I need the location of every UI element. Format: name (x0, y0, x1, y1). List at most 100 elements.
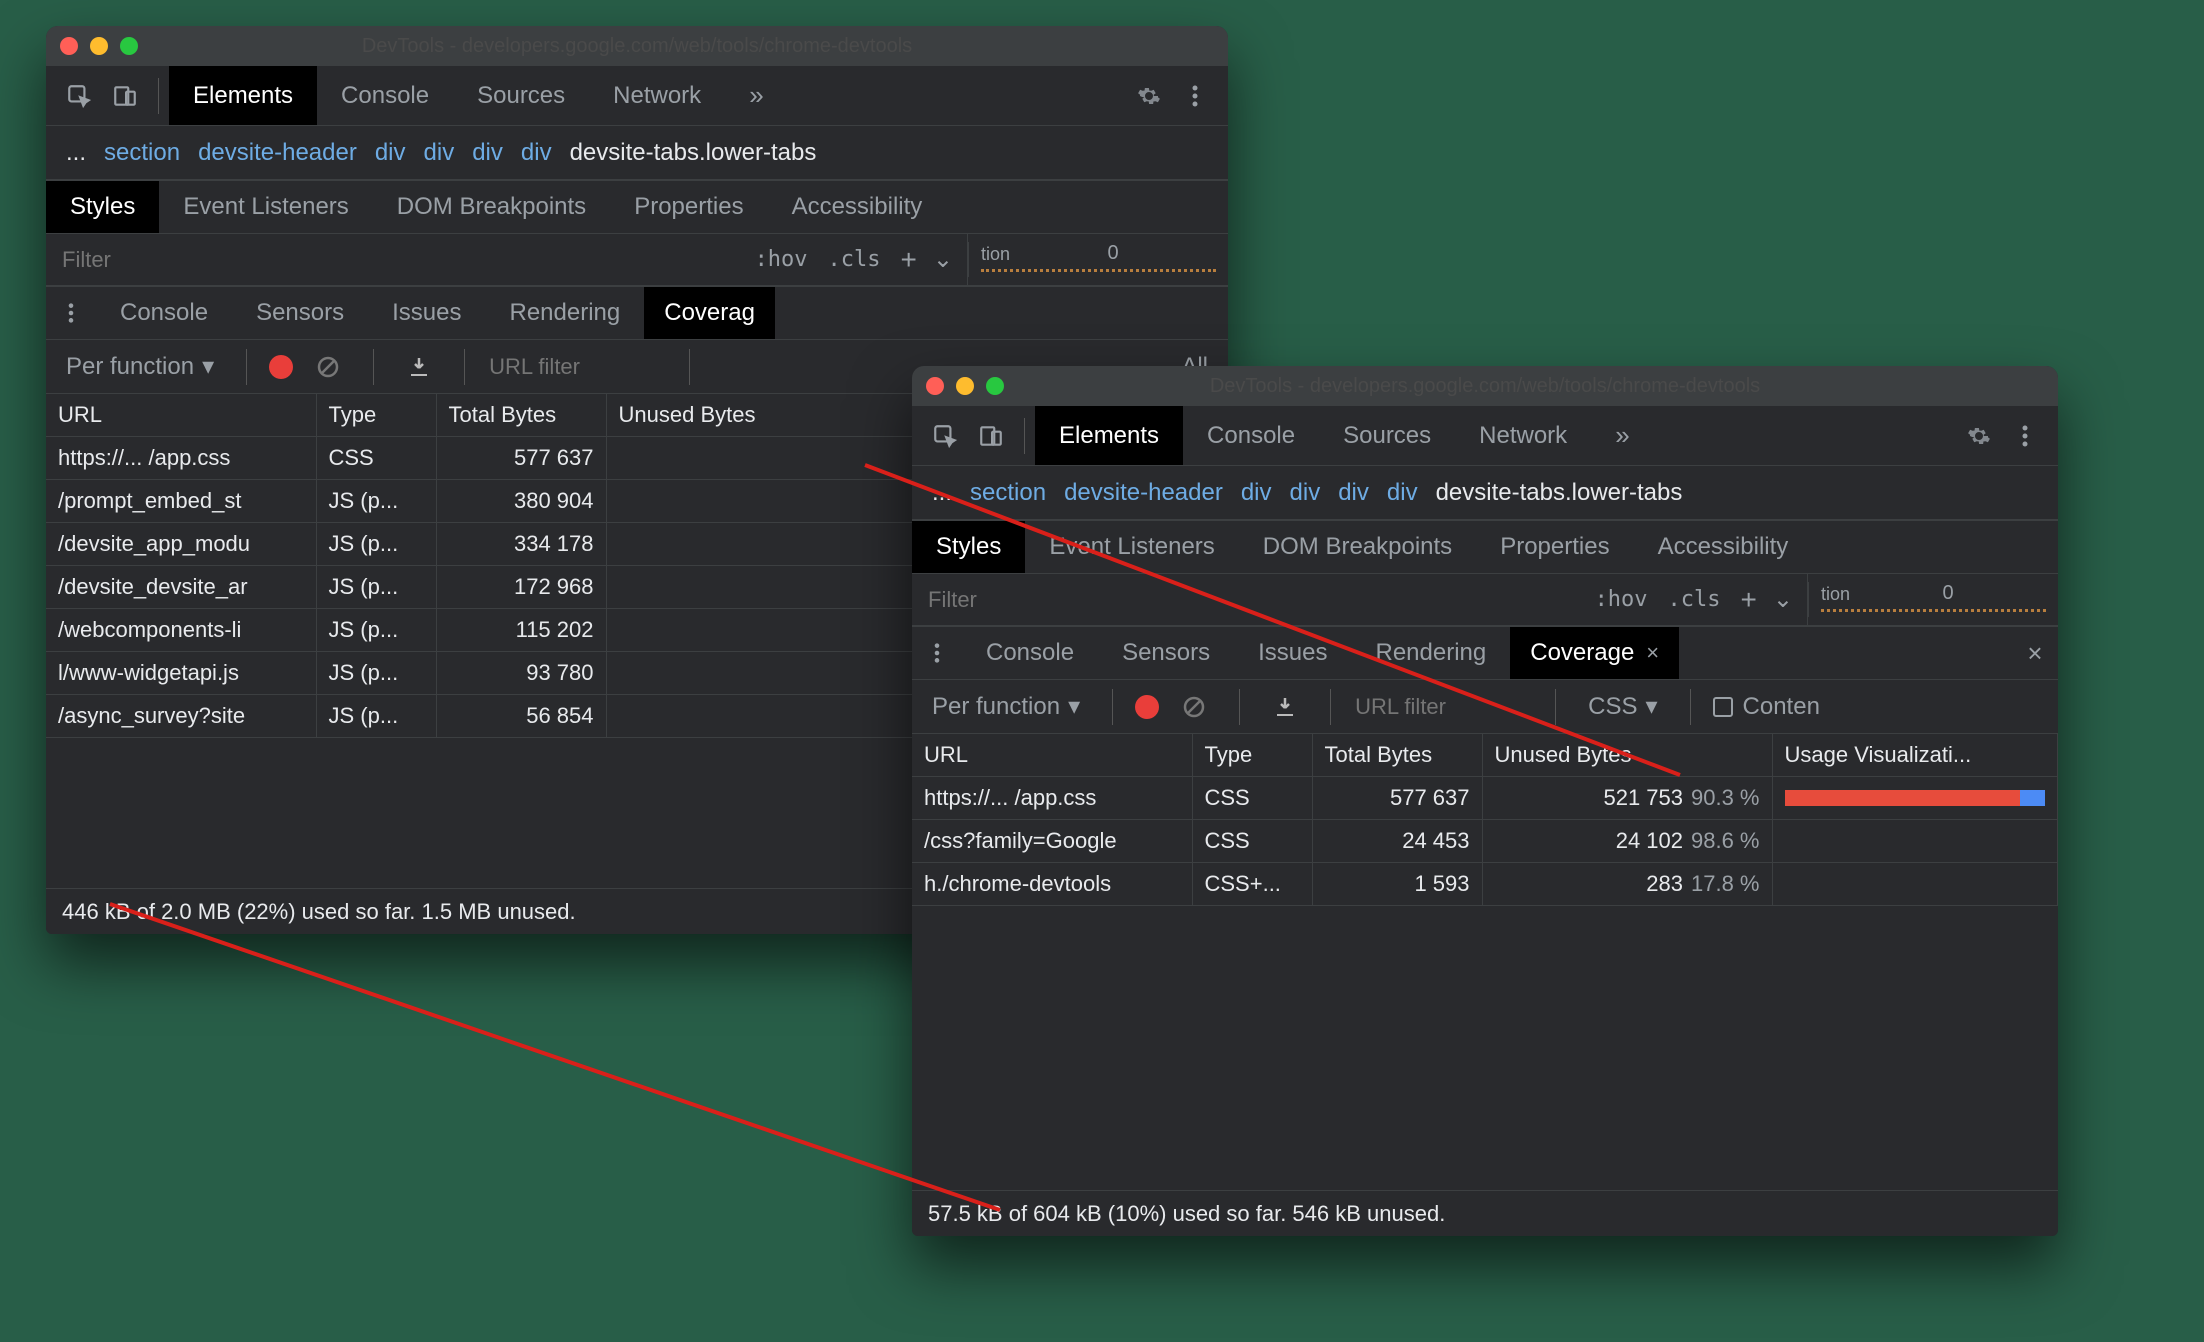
drawer-tab-console[interactable]: Console (96, 287, 232, 339)
crumb-current[interactable]: devsite-tabs.lower-tabs (1436, 479, 1683, 507)
gear-icon[interactable] (1956, 413, 2002, 459)
scroll-down-icon[interactable]: ⌄ (1773, 585, 1793, 614)
col-total[interactable]: Total Bytes (436, 394, 606, 437)
tab-elements[interactable]: Elements (169, 66, 317, 125)
crumb-div[interactable]: div (375, 139, 406, 167)
kebab-menu-icon[interactable] (1172, 73, 1218, 119)
hov-toggle[interactable]: :hov (1595, 587, 1648, 612)
close-button[interactable] (60, 37, 78, 55)
inspect-icon[interactable] (56, 73, 102, 119)
url-filter-input[interactable] (1353, 693, 1533, 721)
new-style-rule-icon[interactable]: + (901, 244, 917, 276)
subtab-event-listeners[interactable]: Event Listeners (159, 181, 372, 233)
styles-filter-input[interactable] (60, 246, 745, 274)
subtab-accessibility[interactable]: Accessibility (1634, 521, 1813, 573)
crumb-div[interactable]: div (1290, 479, 1321, 507)
col-url[interactable]: URL (46, 394, 316, 437)
drawer-tab-issues[interactable]: Issues (368, 287, 485, 339)
crumb-div[interactable]: div (424, 139, 455, 167)
tab-console[interactable]: Console (1183, 406, 1319, 465)
close-button[interactable] (926, 377, 944, 395)
tab-sources[interactable]: Sources (453, 66, 589, 125)
subtab-event-listeners[interactable]: Event Listeners (1025, 521, 1238, 573)
subtab-properties[interactable]: Properties (610, 181, 767, 233)
clear-icon[interactable] (1171, 684, 1217, 730)
cell-url: https://... /app.css (912, 777, 1192, 820)
col-unused[interactable]: Unused Bytes (1482, 734, 1772, 777)
inspect-icon[interactable] (922, 413, 968, 459)
export-icon[interactable] (1262, 684, 1308, 730)
crumb-ellipsis[interactable]: ... (932, 479, 952, 507)
clear-icon[interactable] (305, 344, 351, 390)
tion-label: tion (1821, 584, 1850, 605)
col-usage-viz[interactable]: Usage Visualizati... (1772, 734, 2058, 777)
tab-network[interactable]: Network (589, 66, 725, 125)
subtab-styles[interactable]: Styles (46, 181, 159, 233)
table-row[interactable]: https://... /app.cssCSS577 637521 75390.… (912, 777, 2058, 820)
drawer-tab-sensors[interactable]: Sensors (1098, 627, 1234, 679)
maximize-button[interactable] (120, 37, 138, 55)
more-tabs-icon[interactable]: » (725, 66, 787, 125)
subtab-styles[interactable]: Styles (912, 521, 1025, 573)
drawer-tabs: Console Sensors Issues Rendering Coverag (46, 286, 1228, 340)
crumb-div[interactable]: div (1241, 479, 1272, 507)
tab-sources[interactable]: Sources (1319, 406, 1455, 465)
maximize-button[interactable] (986, 377, 1004, 395)
hov-toggle[interactable]: :hov (755, 247, 808, 272)
content-scripts-checkbox[interactable]: Conten (1713, 693, 1820, 721)
drawer-tab-coverage[interactable]: Coverage × (1510, 627, 1679, 679)
granularity-dropdown[interactable]: Per function ▾ (922, 692, 1090, 721)
tab-console[interactable]: Console (317, 66, 453, 125)
col-url[interactable]: URL (912, 734, 1192, 777)
col-type[interactable]: Type (316, 394, 436, 437)
table-row[interactable]: /css?family=GoogleCSS24 45324 10298.6 % (912, 820, 2058, 863)
crumb-devsite-header[interactable]: devsite-header (1064, 479, 1223, 507)
table-row[interactable]: h./chrome-devtoolsCSS+...1 59328317.8 % (912, 863, 2058, 906)
cls-toggle[interactable]: .cls (828, 247, 881, 272)
crumb-div[interactable]: div (521, 139, 552, 167)
col-total[interactable]: Total Bytes (1312, 734, 1482, 777)
subtab-dom-breakpoints[interactable]: DOM Breakpoints (373, 181, 610, 233)
drawer-tab-console[interactable]: Console (962, 627, 1098, 679)
export-icon[interactable] (396, 344, 442, 390)
cls-toggle[interactable]: .cls (1668, 587, 1721, 612)
crumb-div[interactable]: div (1338, 479, 1369, 507)
device-toggle-icon[interactable] (968, 413, 1014, 459)
subtab-properties[interactable]: Properties (1476, 521, 1633, 573)
granularity-dropdown[interactable]: Per function ▾ (56, 352, 224, 381)
tab-elements[interactable]: Elements (1035, 406, 1183, 465)
drawer-tab-sensors[interactable]: Sensors (232, 287, 368, 339)
record-button[interactable] (1135, 695, 1159, 719)
drawer-tab-rendering[interactable]: Rendering (485, 287, 644, 339)
subtab-accessibility[interactable]: Accessibility (768, 181, 947, 233)
device-toggle-icon[interactable] (102, 73, 148, 119)
scroll-down-icon[interactable]: ⌄ (933, 245, 953, 274)
drawer-kebab-icon[interactable] (46, 302, 96, 324)
col-type[interactable]: Type (1192, 734, 1312, 777)
crumb-devsite-header[interactable]: devsite-header (198, 139, 357, 167)
drawer-kebab-icon[interactable] (912, 642, 962, 664)
crumb-section[interactable]: section (104, 139, 180, 167)
crumb-div[interactable]: div (1387, 479, 1418, 507)
kebab-menu-icon[interactable] (2002, 413, 2048, 459)
styles-filter-input[interactable] (926, 586, 1585, 614)
tab-network[interactable]: Network (1455, 406, 1591, 465)
drawer-tab-coverage[interactable]: Coverag (644, 287, 775, 339)
crumb-section[interactable]: section (970, 479, 1046, 507)
type-filter-dropdown[interactable]: CSS ▾ (1578, 692, 1667, 721)
minimize-button[interactable] (956, 377, 974, 395)
new-style-rule-icon[interactable]: + (1741, 584, 1757, 616)
crumb-ellipsis[interactable]: ... (66, 139, 86, 167)
subtab-dom-breakpoints[interactable]: DOM Breakpoints (1239, 521, 1476, 573)
close-drawer-icon[interactable]: × (2012, 630, 2058, 676)
close-icon[interactable]: × (1646, 640, 1659, 666)
crumb-current[interactable]: devsite-tabs.lower-tabs (570, 139, 817, 167)
drawer-tab-issues[interactable]: Issues (1234, 627, 1351, 679)
record-button[interactable] (269, 355, 293, 379)
url-filter-input[interactable] (487, 353, 667, 381)
more-tabs-icon[interactable]: » (1591, 406, 1653, 465)
minimize-button[interactable] (90, 37, 108, 55)
drawer-tab-rendering[interactable]: Rendering (1351, 627, 1510, 679)
gear-icon[interactable] (1126, 73, 1172, 119)
crumb-div[interactable]: div (472, 139, 503, 167)
